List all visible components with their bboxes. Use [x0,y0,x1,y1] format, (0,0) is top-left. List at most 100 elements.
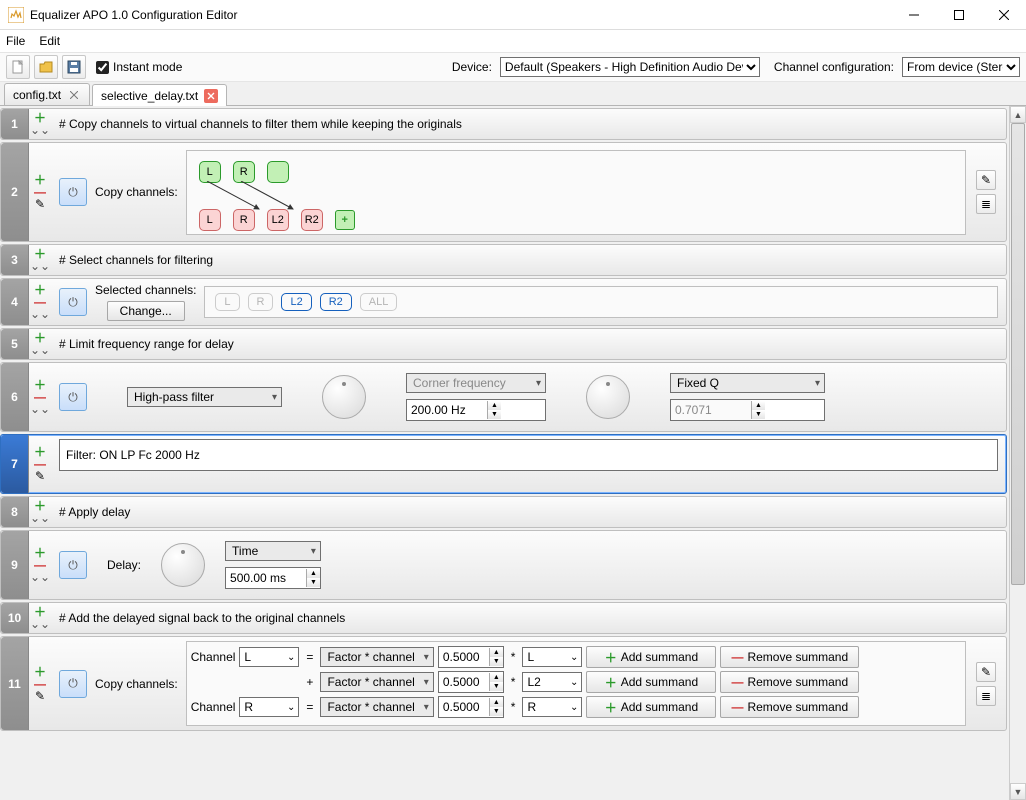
row-label: Copy channels: [95,677,178,691]
delay-mode-select[interactable]: Time [225,541,321,561]
maximize-button[interactable] [936,0,981,29]
power-button[interactable]: ⏻ [59,383,87,411]
close-icon[interactable] [204,89,218,103]
chevron-down-icon[interactable]: ⌄⌄ [30,512,50,524]
list-icon[interactable]: ≣ [976,194,996,214]
channel-select[interactable]: L2 [522,672,582,692]
scroll-down-icon[interactable]: ▼ [1010,783,1026,800]
change-button[interactable]: Change... [107,301,185,321]
knob[interactable] [322,375,366,419]
factor-select[interactable]: Factor * channel [320,647,433,667]
tab-selective-delay[interactable]: selective_delay.txt [92,84,227,106]
q-value-input: ▲▼ [670,399,825,421]
row-2[interactable]: 2 ＋—✎ ⏻ Copy channels: L R L R L2 R2 + ✎ [0,142,1007,242]
channel-dest[interactable]: R2 [301,209,323,231]
add-channel-button[interactable]: + [335,210,355,230]
tab-config[interactable]: config.txt [4,83,90,105]
edit-icon[interactable]: ✎ [35,690,45,702]
row-9[interactable]: 9 ＋—⌄⌄ ⏻ Delay: Time ▲▼ [0,530,1007,600]
device-select[interactable]: Default (Speakers - High Definition Audi… [500,57,760,77]
channel-chip[interactable]: R2 [320,293,352,311]
close-icon[interactable] [67,88,81,102]
channel-dest[interactable]: L [199,209,221,231]
row-1[interactable]: 1 ＋⌄⌄ # Copy channels to virtual channel… [0,108,1007,140]
factor-value[interactable]: ▲▼ [438,696,504,718]
row-6[interactable]: 6 ＋—⌄⌄ ⏻ High-pass filter Corner frequen… [0,362,1007,432]
factor-value[interactable]: ▲▼ [438,646,504,668]
channel-dest[interactable]: R [233,209,255,231]
power-button[interactable]: ⏻ [59,670,87,698]
instant-mode-checkbox[interactable]: Instant mode [96,60,182,74]
add-summand-button[interactable]: ＋Add summand [586,696,716,718]
channel-select[interactable]: R [522,697,582,717]
chevron-down-icon[interactable]: ⌄⌄ [30,260,50,272]
menu-file[interactable]: File [6,34,25,48]
channel-source[interactable]: R [233,161,255,183]
row-11[interactable]: 11 ＋—✎ ⏻ Copy channels: Channel L = Fact… [0,636,1007,731]
factor-value[interactable]: ▲▼ [438,671,504,693]
scroll-up-icon[interactable]: ▲ [1010,106,1026,123]
remove-summand-button[interactable]: —Remove summand [720,696,859,718]
channel-select[interactable]: L [522,647,582,667]
brush-icon[interactable]: ✎ [976,662,996,682]
add-summand-button[interactable]: ＋Add summand [586,646,716,668]
new-file-button[interactable] [6,55,30,79]
row-10[interactable]: 10 ＋⌄⌄ # Add the delayed signal back to … [0,602,1007,634]
edit-icon[interactable]: ✎ [35,198,45,210]
comment-text: # Select channels for filtering [59,253,213,267]
channel-dest[interactable]: L2 [267,209,289,231]
add-summand-button[interactable]: ＋Add summand [586,671,716,693]
knob[interactable] [161,543,205,587]
channel-chip[interactable]: R [248,293,274,311]
delay-value-input[interactable]: ▲▼ [225,567,321,589]
chevron-down-icon[interactable]: ⌄⌄ [30,403,50,415]
edit-icon[interactable]: ✎ [35,470,45,482]
save-file-button[interactable] [62,55,86,79]
row-number: 6 [1,363,29,431]
scroll-thumb[interactable] [1011,123,1025,585]
add-icon[interactable]: ＋ [34,666,46,678]
chevron-down-icon[interactable]: ⌄⌄ [30,344,50,356]
brush-icon[interactable]: ✎ [976,170,996,190]
filter-text-input[interactable] [59,439,998,471]
channel-source[interactable]: L [199,161,221,183]
list-icon[interactable]: ≣ [976,686,996,706]
power-button[interactable]: ⏻ [59,551,87,579]
chevron-down-icon[interactable]: ⌄⌄ [30,124,50,136]
knob[interactable] [586,375,630,419]
channel-select[interactable]: L [239,647,299,667]
row-5[interactable]: 5 ＋⌄⌄ # Limit frequency range for delay [0,328,1007,360]
q-type-select[interactable]: Fixed Q [670,373,825,393]
open-file-button[interactable] [34,55,58,79]
rows-container: 1 ＋⌄⌄ # Copy channels to virtual channel… [0,106,1009,800]
chevron-down-icon[interactable]: ⌄⌄ [30,571,50,583]
chanconf-select[interactable]: From device (Stereo) [902,57,1020,77]
factor-select[interactable]: Factor * channel [320,697,433,717]
power-button[interactable]: ⏻ [59,178,87,206]
chevron-down-icon[interactable]: ⌄⌄ [30,308,50,320]
factor-select[interactable]: Factor * channel [320,672,433,692]
row-number: 7 [1,435,29,493]
filter-type-select[interactable]: High-pass filter [127,387,282,407]
row-8[interactable]: 8 ＋⌄⌄ # Apply delay [0,496,1007,528]
close-button[interactable] [981,0,1026,29]
corner-freq-input[interactable]: ▲▼ [406,399,546,421]
row-4[interactable]: 4 ＋—⌄⌄ ⏻ Selected channels: Change... L … [0,278,1007,326]
channel-select[interactable]: R [239,697,299,717]
row-number: 11 [1,637,29,730]
power-button[interactable]: ⏻ [59,288,87,316]
menu-edit[interactable]: Edit [39,34,60,48]
channel-chip[interactable]: ALL [360,293,398,311]
remove-summand-button[interactable]: —Remove summand [720,646,859,668]
row-7[interactable]: 7 ＋—✎ [0,434,1007,494]
minimize-button[interactable] [891,0,936,29]
device-label: Device: [452,60,492,74]
channel-chip[interactable]: L2 [281,293,311,311]
remove-icon[interactable]: — [34,678,46,690]
scrollbar[interactable]: ▲ ▼ [1009,106,1026,800]
channel-chip[interactable]: L [215,293,239,311]
channel-source-empty[interactable] [267,161,289,183]
remove-summand-button[interactable]: —Remove summand [720,671,859,693]
chevron-down-icon[interactable]: ⌄⌄ [30,618,50,630]
row-3[interactable]: 3 ＋⌄⌄ # Select channels for filtering [0,244,1007,276]
